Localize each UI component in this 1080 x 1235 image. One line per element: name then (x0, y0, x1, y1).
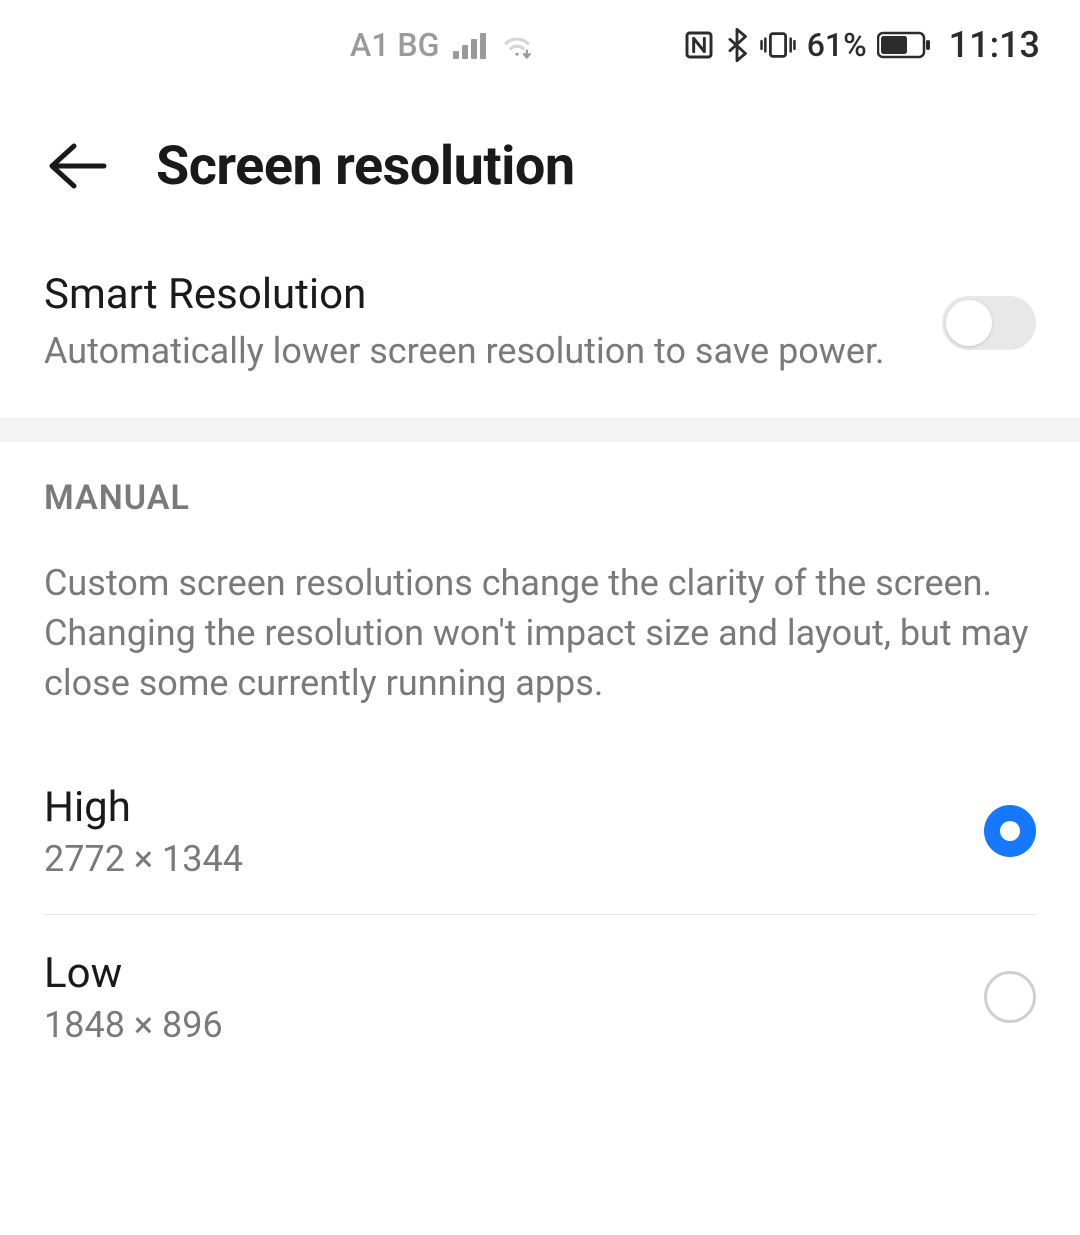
wifi-icon (500, 31, 534, 59)
resolution-options: High 2772 × 1344 Low 1848 × 896 (0, 749, 1080, 1080)
page-title: Screen resolution (156, 135, 575, 198)
manual-section-description: Custom screen resolutions change the cla… (0, 526, 1080, 749)
radio-selected-icon[interactable] (984, 805, 1036, 857)
back-arrow-icon (44, 140, 108, 192)
back-button[interactable] (44, 130, 116, 202)
status-right: 61% 11:13 (683, 24, 1040, 66)
signal-icon (453, 31, 486, 59)
carrier-label: A1 BG (350, 26, 439, 64)
manual-section-header: MANUAL (0, 442, 1080, 526)
radio-unselected-icon[interactable] (984, 971, 1036, 1023)
section-divider (0, 418, 1080, 442)
vibrate-icon (759, 29, 797, 61)
resolution-option-low[interactable]: Low 1848 × 896 (44, 914, 1036, 1080)
toggle-knob (946, 300, 992, 346)
option-value: 1848 × 896 (44, 1004, 223, 1046)
option-label: Low (44, 949, 223, 998)
option-label: High (44, 783, 243, 832)
smart-resolution-row[interactable]: Smart Resolution Automatically lower scr… (0, 242, 1080, 418)
status-left: A1 BG (350, 26, 534, 64)
nfc-icon (683, 29, 715, 61)
clock: 11:13 (949, 24, 1040, 66)
option-value: 2772 × 1344 (44, 838, 243, 880)
header: Screen resolution (0, 90, 1080, 242)
smart-resolution-description: Automatically lower screen resolution to… (44, 327, 902, 376)
battery-percentage: 61% (807, 26, 867, 64)
battery-icon (877, 31, 931, 59)
bluetooth-icon (725, 28, 749, 62)
smart-resolution-title: Smart Resolution (44, 270, 902, 319)
resolution-option-high[interactable]: High 2772 × 1344 (44, 749, 1036, 914)
status-bar: A1 BG 61% 11:13 (0, 0, 1080, 90)
smart-resolution-toggle[interactable] (942, 296, 1036, 350)
